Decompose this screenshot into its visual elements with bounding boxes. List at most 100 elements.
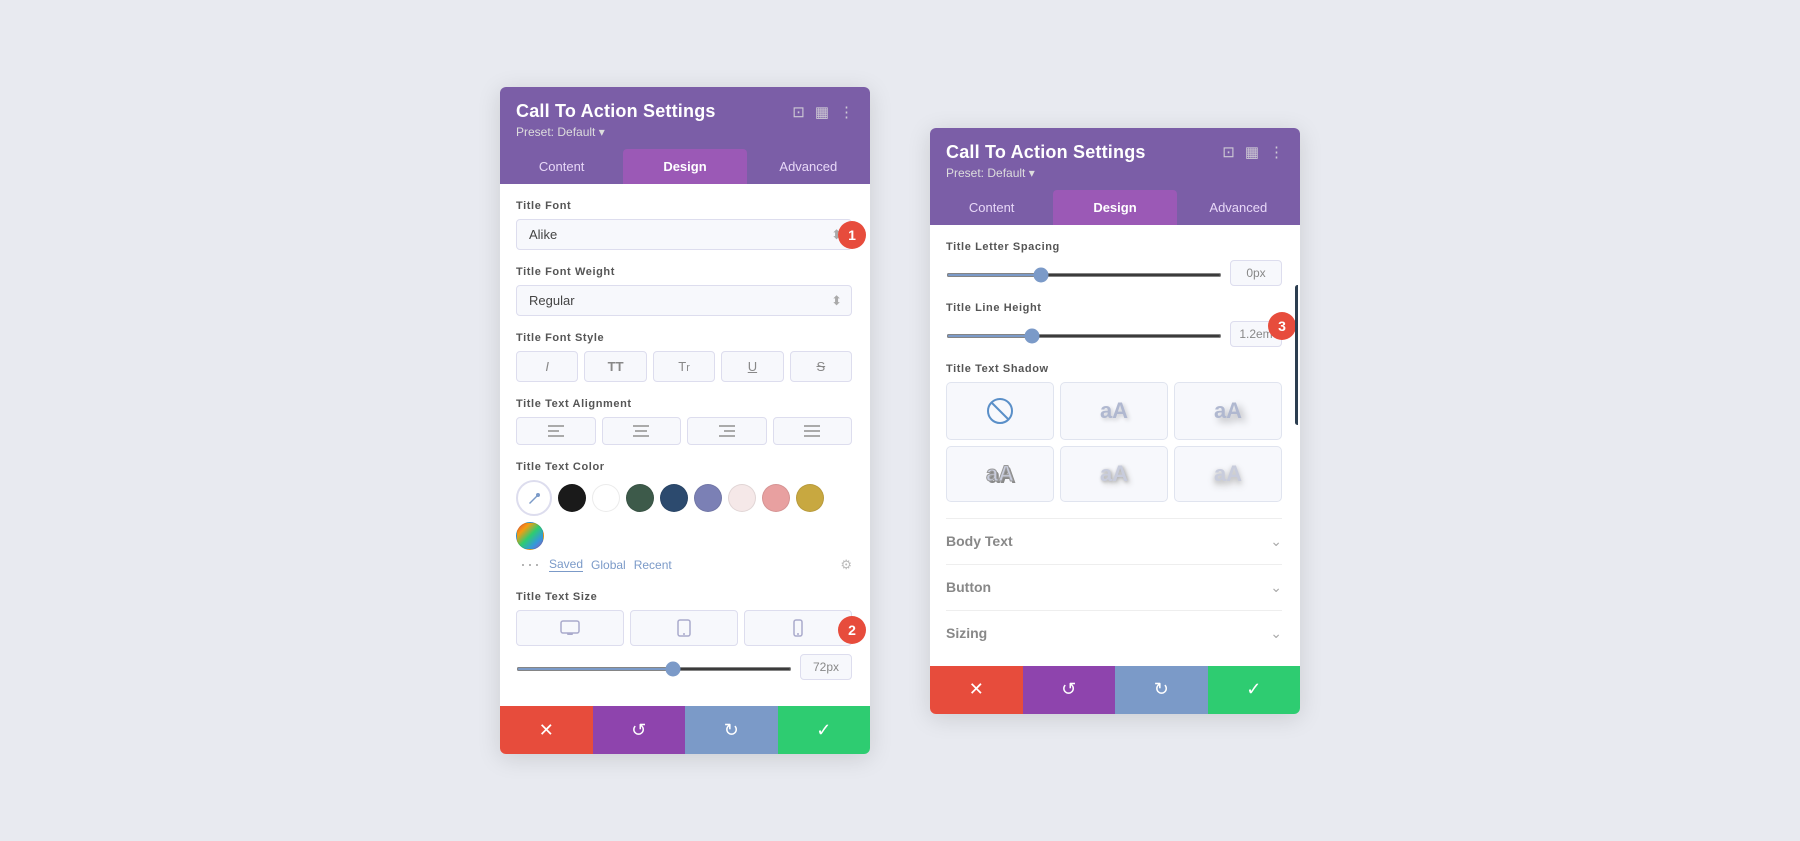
left-undo-button[interactable]: ↺ [593, 706, 686, 754]
left-panel-header: Call To Action Settings ⊡ ▦ ⋮ Preset: De… [500, 87, 870, 149]
right-panel-header: Call To Action Settings ⊡ ▦ ⋮ Preset: De… [930, 128, 1300, 190]
shadow-style-2[interactable]: aA [1174, 382, 1282, 440]
shadow-grid: aA aA aA aA aA [946, 382, 1282, 502]
color-swatch-gold[interactable] [796, 484, 824, 512]
title-text-size-slider-row: 72px [516, 654, 852, 680]
color-swatch-gradient[interactable] [516, 522, 544, 550]
title-font-select-wrap: Alike Arial Roboto ⬍ [516, 219, 852, 250]
color-swatch-navy[interactable] [660, 484, 688, 512]
align-btn-justify[interactable] [773, 417, 853, 445]
title-font-label: Title Font [516, 200, 852, 212]
color-swatch-pink[interactable] [762, 484, 790, 512]
shadow-style-4[interactable]: aA [1060, 446, 1168, 502]
left-grid-icon[interactable]: ▦ [815, 103, 829, 121]
right-panel-footer: ✕ ↺ ↻ ✓ [930, 666, 1300, 714]
left-cancel-button[interactable]: ✕ [500, 706, 593, 754]
title-letter-spacing-value[interactable]: 0px [1230, 260, 1282, 286]
right-panel-header-icons: ⊡ ▦ ⋮ [1222, 143, 1284, 161]
title-text-color-label: Title Text Color [516, 461, 852, 473]
title-line-height-slider-wrap [946, 325, 1222, 343]
shadow-style-1[interactable]: aA [1060, 382, 1168, 440]
shadow-style-5[interactable]: aA [1174, 446, 1282, 502]
style-btn-strikethrough[interactable]: S [790, 351, 852, 382]
right-panel-tabs: Content Design Advanced [930, 190, 1300, 225]
style-btn-italic[interactable]: I [516, 351, 578, 382]
scrollbar-indicator[interactable] [1295, 285, 1298, 425]
color-meta-global[interactable]: Global [591, 558, 626, 572]
title-text-size-label: Title Text Size [516, 591, 852, 603]
title-text-size-value[interactable]: 72px [800, 654, 852, 680]
color-meta-saved[interactable]: Saved [549, 557, 583, 572]
title-font-weight-label: Title Font Weight [516, 266, 852, 278]
left-tab-design[interactable]: Design [623, 149, 746, 184]
align-btn-left[interactable] [516, 417, 596, 445]
title-line-height-slider[interactable] [946, 334, 1222, 338]
title-text-size-slider[interactable] [516, 667, 792, 671]
left-save-button[interactable]: ✓ [778, 706, 871, 754]
right-cancel-button[interactable]: ✕ [930, 666, 1023, 714]
left-focus-icon[interactable]: ⊡ [792, 103, 805, 121]
title-line-height-label: Title Line Height [946, 302, 1282, 314]
right-tab-advanced[interactable]: Advanced [1177, 190, 1300, 225]
sizing-arrow: ⌄ [1270, 625, 1282, 642]
style-btn-uppercase[interactable]: TT [584, 351, 646, 382]
shadow-style-3[interactable]: aA [946, 446, 1054, 502]
title-text-size-badge-wrap: 2 [516, 610, 852, 646]
title-text-shadow-label: Title Text Shadow [946, 363, 1282, 375]
title-font-select[interactable]: Alike Arial Roboto [516, 219, 852, 250]
title-font-style-buttons: I TT Tr U S [516, 351, 852, 382]
color-meta-settings-icon[interactable]: ⚙ [840, 557, 852, 573]
right-panel-title: Call To Action Settings [946, 142, 1146, 163]
sizing-label: Sizing [946, 625, 987, 641]
left-tab-advanced[interactable]: Advanced [747, 149, 870, 184]
title-text-alignment-section: Title Text Alignment [516, 398, 852, 445]
right-tab-content[interactable]: Content [930, 190, 1053, 225]
shadow-none[interactable] [946, 382, 1054, 440]
align-btn-right[interactable] [687, 417, 767, 445]
title-line-height-section: Title Line Height 1.2em 3 [946, 302, 1282, 347]
style-btn-underline[interactable]: U [721, 351, 783, 382]
title-letter-spacing-slider[interactable] [946, 273, 1222, 277]
color-swatch-white[interactable] [592, 484, 620, 512]
right-save-button[interactable]: ✓ [1208, 666, 1301, 714]
right-more-icon[interactable]: ⋮ [1269, 143, 1284, 161]
left-more-icon[interactable]: ⋮ [839, 103, 854, 121]
color-swatch-black[interactable] [558, 484, 586, 512]
right-panel-preset[interactable]: Preset: Default ▾ [946, 166, 1284, 180]
title-text-size-section: Title Text Size 2 [516, 591, 852, 680]
right-focus-icon[interactable]: ⊡ [1222, 143, 1235, 161]
title-font-section: Title Font Alike Arial Roboto ⬍ 1 [516, 200, 852, 250]
color-picker-btn[interactable] [516, 480, 552, 516]
left-redo-button[interactable]: ↻ [685, 706, 778, 754]
color-swatch-pink-light[interactable] [728, 484, 756, 512]
title-letter-spacing-slider-wrap [946, 264, 1222, 282]
body-text-section[interactable]: Body Text ⌄ [946, 518, 1282, 564]
title-text-alignment-label: Title Text Alignment [516, 398, 852, 410]
left-tab-content[interactable]: Content [500, 149, 623, 184]
body-text-label: Body Text [946, 533, 1013, 549]
title-font-weight-select[interactable]: Regular Bold Light [516, 285, 852, 316]
right-undo-button[interactable]: ↺ [1023, 666, 1116, 714]
title-line-height-badge-wrap: Title Line Height 1.2em 3 [946, 302, 1282, 347]
align-btn-center[interactable] [602, 417, 682, 445]
title-letter-spacing-section: Title Letter Spacing 0px [946, 241, 1282, 286]
right-panel: Call To Action Settings ⊡ ▦ ⋮ Preset: De… [930, 128, 1300, 714]
style-btn-capitalize[interactable]: Tr [653, 351, 715, 382]
color-swatch-green[interactable] [626, 484, 654, 512]
device-tablet[interactable] [630, 610, 738, 646]
left-panel-tabs: Content Design Advanced [500, 149, 870, 184]
device-mobile[interactable] [744, 610, 852, 646]
left-panel-scroll: Title Font Alike Arial Roboto ⬍ 1 Title [500, 184, 870, 696]
color-meta-recent[interactable]: Recent [634, 558, 672, 572]
sizing-section[interactable]: Sizing ⌄ [946, 610, 1282, 656]
title-letter-spacing-label: Title Letter Spacing [946, 241, 1282, 253]
right-redo-button[interactable]: ↻ [1115, 666, 1208, 714]
left-panel-preset[interactable]: Preset: Default ▾ [516, 125, 854, 139]
right-tab-design[interactable]: Design [1053, 190, 1176, 225]
button-section[interactable]: Button ⌄ [946, 564, 1282, 610]
device-desktop[interactable] [516, 610, 624, 646]
device-row [516, 610, 852, 646]
color-swatch-lavender[interactable] [694, 484, 722, 512]
right-grid-icon[interactable]: ▦ [1245, 143, 1259, 161]
title-line-height-slider-row: 1.2em [946, 321, 1282, 347]
